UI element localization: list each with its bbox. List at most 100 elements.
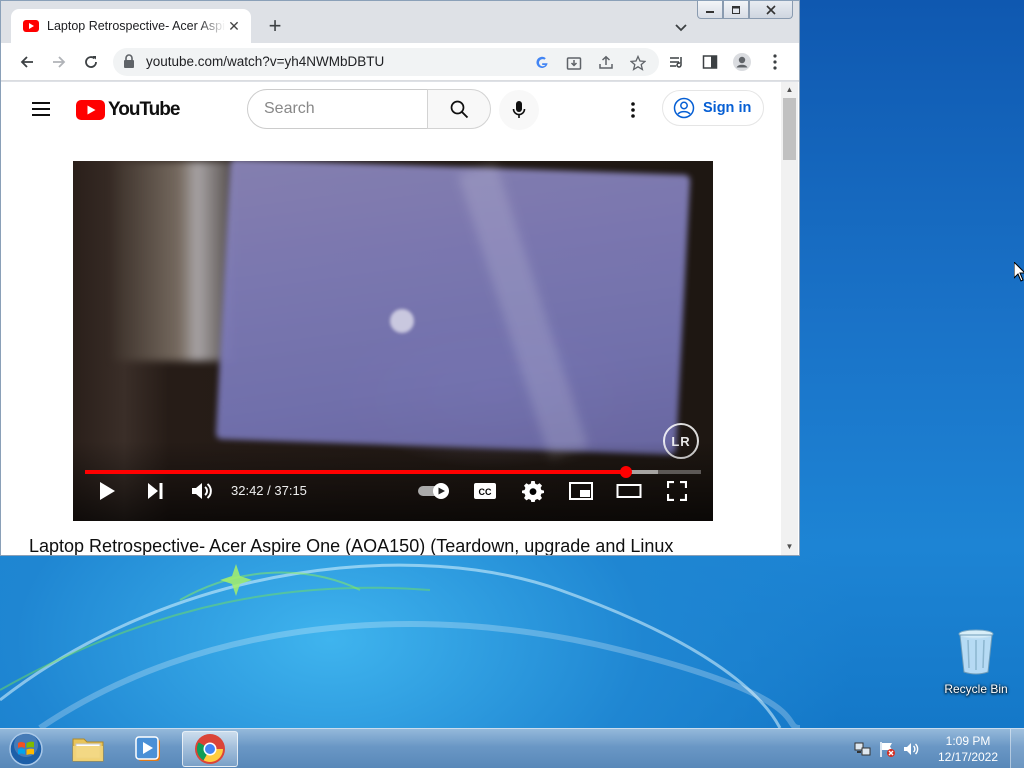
search-placeholder: Search — [264, 100, 315, 117]
settings-menu-button[interactable] — [623, 98, 643, 122]
youtube-wordmark: YouTube — [108, 99, 180, 120]
youtube-logo[interactable]: YouTube — [76, 99, 180, 121]
taskbar-media-player-button[interactable] — [120, 731, 176, 767]
hamburger-menu-icon[interactable] — [29, 99, 53, 119]
progress-scrubber[interactable] — [619, 466, 632, 478]
theater-mode-button[interactable] — [611, 479, 647, 503]
url-text: youtube.com/watch?v=yh4NWMbDBTU — [146, 54, 385, 69]
windows-start-orb-icon — [9, 732, 43, 766]
time-display: 32:42 / 37:15 — [231, 483, 307, 498]
taskbar-chrome-button[interactable] — [182, 731, 238, 767]
side-panel-icon[interactable] — [700, 52, 720, 72]
closed-captions-icon: CC — [474, 483, 496, 499]
play-button[interactable] — [89, 479, 125, 503]
taskbar-explorer-button[interactable] — [60, 731, 116, 767]
progress-played — [85, 470, 626, 474]
media-controls-icon[interactable] — [667, 52, 687, 72]
volume-icon — [192, 483, 212, 499]
close-icon — [766, 4, 776, 15]
miniplayer-icon — [569, 482, 593, 500]
video-player[interactable]: LR 32:42 / 37:15 CC — [73, 161, 713, 521]
reload-button[interactable] — [79, 50, 103, 74]
address-bar[interactable]: youtube.com/watch?v=yh4NWMbDBTU — [113, 48, 659, 76]
bookmark-star-icon[interactable] — [629, 54, 647, 72]
minimize-button[interactable] — [697, 1, 723, 19]
close-window-button[interactable] — [749, 1, 793, 19]
page-viewport: YouTube Search Sign in 32:42 / 37:15 CC … — [1, 82, 799, 555]
tab-close-icon[interactable]: ✕ — [225, 17, 243, 35]
reload-icon — [85, 56, 97, 68]
scrollbar-thumb[interactable] — [783, 98, 796, 160]
more-vertical-icon — [631, 102, 635, 118]
google-lens-icon[interactable] — [533, 54, 551, 72]
recycle-bin-icon — [958, 629, 994, 675]
video-title: Laptop Retrospective- Acer Aspire One (A… — [29, 536, 674, 555]
video-content-laptop-screen — [215, 161, 691, 456]
miniplayer-button[interactable] — [563, 479, 599, 503]
system-tray: 1:09 PM 12/17/2022 — [852, 729, 1024, 768]
svg-text:CC: CC — [479, 487, 492, 497]
new-tab-button[interactable]: + — [263, 15, 287, 39]
forward-arrow-icon — [53, 56, 66, 68]
clock-date: 12/17/2022 — [937, 750, 999, 764]
account-circle-icon — [673, 97, 695, 119]
clock-time: 1:09 PM — [945, 734, 991, 748]
autoplay-toggle[interactable] — [415, 479, 455, 503]
youtube-favicon-icon — [23, 20, 39, 32]
fullscreen-button[interactable] — [659, 479, 695, 503]
maximize-button[interactable] — [723, 1, 749, 19]
gear-icon — [522, 481, 544, 502]
folder-icon — [72, 738, 104, 762]
mute-button[interactable] — [184, 479, 220, 503]
search-button[interactable] — [427, 89, 491, 129]
install-app-icon[interactable] — [565, 54, 583, 72]
chrome-icon — [195, 734, 225, 764]
window-controls — [697, 1, 793, 19]
scroll-down-arrow-icon[interactable]: ▼ — [785, 542, 794, 551]
tab-strip: Laptop Retrospective- Acer Aspire One (A… — [1, 1, 799, 43]
tab-search-icon[interactable] — [671, 17, 691, 37]
lock-icon[interactable] — [123, 54, 135, 69]
progress-bar[interactable] — [85, 466, 701, 478]
fullscreen-icon — [667, 481, 687, 501]
back-arrow-icon — [20, 56, 33, 68]
system-clock[interactable]: 1:09 PM 12/17/2022 — [930, 733, 1006, 765]
chrome-menu-icon[interactable] — [765, 52, 785, 72]
settings-button[interactable] — [515, 479, 551, 503]
mouse-cursor-icon — [1014, 262, 1024, 282]
microphone-icon — [512, 101, 526, 118]
profile-avatar-icon[interactable] — [732, 52, 752, 72]
start-button[interactable] — [6, 730, 46, 768]
play-icon — [100, 482, 115, 500]
desktop-icon-recycle-bin[interactable]: Recycle Bin — [940, 628, 1012, 696]
voice-search-button[interactable] — [499, 90, 539, 130]
page-scrollbar[interactable]: ▲ ▼ — [781, 82, 798, 555]
theater-mode-icon — [616, 484, 642, 498]
action-center-flag-icon[interactable] — [876, 738, 898, 760]
youtube-play-logo-icon — [76, 100, 105, 120]
back-button[interactable] — [15, 50, 39, 74]
show-desktop-button[interactable] — [1010, 729, 1024, 768]
browser-tab[interactable]: Laptop Retrospective- Acer Aspire One (A… — [11, 9, 251, 43]
recycle-bin-label: Recycle Bin — [944, 682, 1008, 696]
skip-next-icon — [148, 483, 163, 499]
minimize-icon — [706, 10, 714, 13]
youtube-header: YouTube Search Sign in — [1, 82, 781, 138]
tab-title: Laptop Retrospective- Acer Aspire One (A… — [47, 19, 225, 33]
sign-in-label: Sign in — [703, 100, 752, 116]
taskbar: 1:09 PM 12/17/2022 — [0, 728, 1024, 768]
sign-in-button[interactable]: Sign in — [662, 90, 764, 126]
scroll-up-arrow-icon[interactable]: ▲ — [785, 85, 794, 94]
browser-toolbar: youtube.com/watch?v=yh4NWMbDBTU — [1, 43, 799, 81]
search-input[interactable]: Search — [247, 89, 428, 129]
chrome-window: Laptop Retrospective- Acer Aspire One (A… — [0, 0, 800, 556]
volume-tray-icon[interactable] — [900, 738, 922, 760]
subtitles-button[interactable]: CC — [467, 479, 503, 503]
forward-button[interactable] — [47, 50, 71, 74]
share-icon[interactable] — [597, 54, 615, 72]
search-icon — [450, 100, 469, 119]
autoplay-toggle-icon — [418, 483, 449, 499]
media-player-icon — [135, 736, 160, 761]
next-button[interactable] — [137, 479, 173, 503]
network-icon[interactable] — [852, 738, 874, 760]
